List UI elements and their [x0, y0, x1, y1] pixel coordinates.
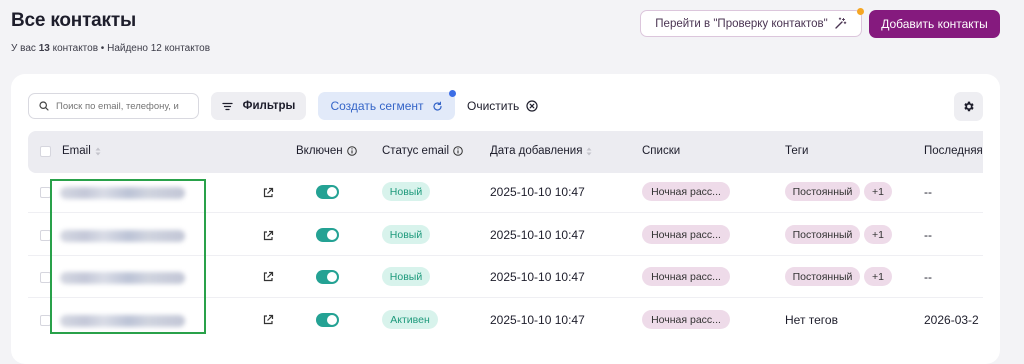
external-link-icon[interactable]	[262, 187, 274, 199]
last-activity: --	[924, 185, 932, 199]
column-header-date-added[interactable]: Дата добавления	[490, 145, 592, 157]
filter-lines-icon	[221, 102, 233, 111]
refresh-icon	[432, 101, 443, 112]
email-column-highlight	[50, 179, 206, 334]
search-field[interactable]	[28, 93, 199, 119]
column-header-lists[interactable]: Списки	[642, 145, 680, 157]
enabled-toggle[interactable]	[316, 270, 339, 284]
column-header-enabled[interactable]: Включен	[296, 145, 357, 157]
list-badge: Ночная расс...	[642, 267, 730, 286]
segment-notification-dot	[449, 90, 456, 97]
column-header-last[interactable]: Последняя	[924, 145, 983, 157]
magic-wand-icon	[834, 17, 847, 30]
clear-circle-icon	[526, 100, 538, 112]
date-added: 2025-10-10 10:47	[490, 270, 585, 284]
info-icon	[346, 146, 357, 156]
filters-button[interactable]: Фильтры	[211, 92, 306, 120]
enabled-toggle[interactable]	[316, 185, 339, 199]
date-added: 2025-10-10 10:47	[490, 313, 585, 327]
list-badge: Ночная расс...	[642, 182, 730, 201]
sort-icon	[586, 147, 592, 156]
status-badge: Новый	[382, 267, 430, 286]
date-added: 2025-10-10 10:47	[490, 228, 585, 242]
status-badge: Новый	[382, 182, 430, 201]
date-added: 2025-10-10 10:47	[490, 185, 585, 199]
contacts-summary: У вас 13 контактов • Найдено 12 контакто…	[11, 43, 211, 54]
create-segment-button[interactable]: Создать сегмент	[318, 90, 456, 120]
column-header-tags[interactable]: Теги	[785, 145, 808, 157]
sort-icon	[95, 147, 101, 156]
external-link-icon[interactable]	[262, 314, 274, 326]
tag-badge: Постоянный	[785, 267, 860, 286]
select-all-checkbox[interactable]	[40, 146, 51, 157]
no-tags-text: Нет тегов	[785, 313, 838, 327]
info-icon	[453, 146, 463, 156]
search-icon	[39, 101, 49, 111]
page-title: Все контакты	[11, 10, 136, 31]
last-activity: 2026-03-2	[924, 313, 979, 327]
column-header-email-status[interactable]: Статус email	[382, 145, 463, 157]
notification-dot	[857, 8, 864, 15]
column-header-email[interactable]: Email	[62, 145, 101, 157]
tag-badge: Постоянный	[785, 182, 860, 201]
go-to-contact-check-button[interactable]: Перейти в "Проверку контактов"	[640, 8, 864, 37]
clear-filters-button[interactable]: Очистить	[467, 92, 538, 120]
add-contacts-button[interactable]: Добавить контакты	[869, 10, 1000, 38]
status-badge: Новый	[382, 225, 430, 244]
enabled-toggle[interactable]	[316, 313, 339, 327]
list-badge: Ночная расс...	[642, 310, 730, 329]
table-settings-button[interactable]	[954, 92, 983, 121]
more-tags-badge[interactable]: +1	[864, 267, 892, 286]
external-link-icon[interactable]	[262, 230, 274, 242]
external-link-icon[interactable]	[262, 271, 274, 283]
gear-icon	[962, 100, 975, 113]
enabled-toggle[interactable]	[316, 228, 339, 242]
more-tags-badge[interactable]: +1	[864, 225, 892, 244]
last-activity: --	[924, 270, 932, 284]
list-badge: Ночная расс...	[642, 225, 730, 244]
tag-badge: Постоянный	[785, 225, 860, 244]
status-badge: Активен	[382, 310, 438, 329]
more-tags-badge[interactable]: +1	[864, 182, 892, 201]
search-input[interactable]	[56, 100, 191, 112]
last-activity: --	[924, 228, 932, 242]
